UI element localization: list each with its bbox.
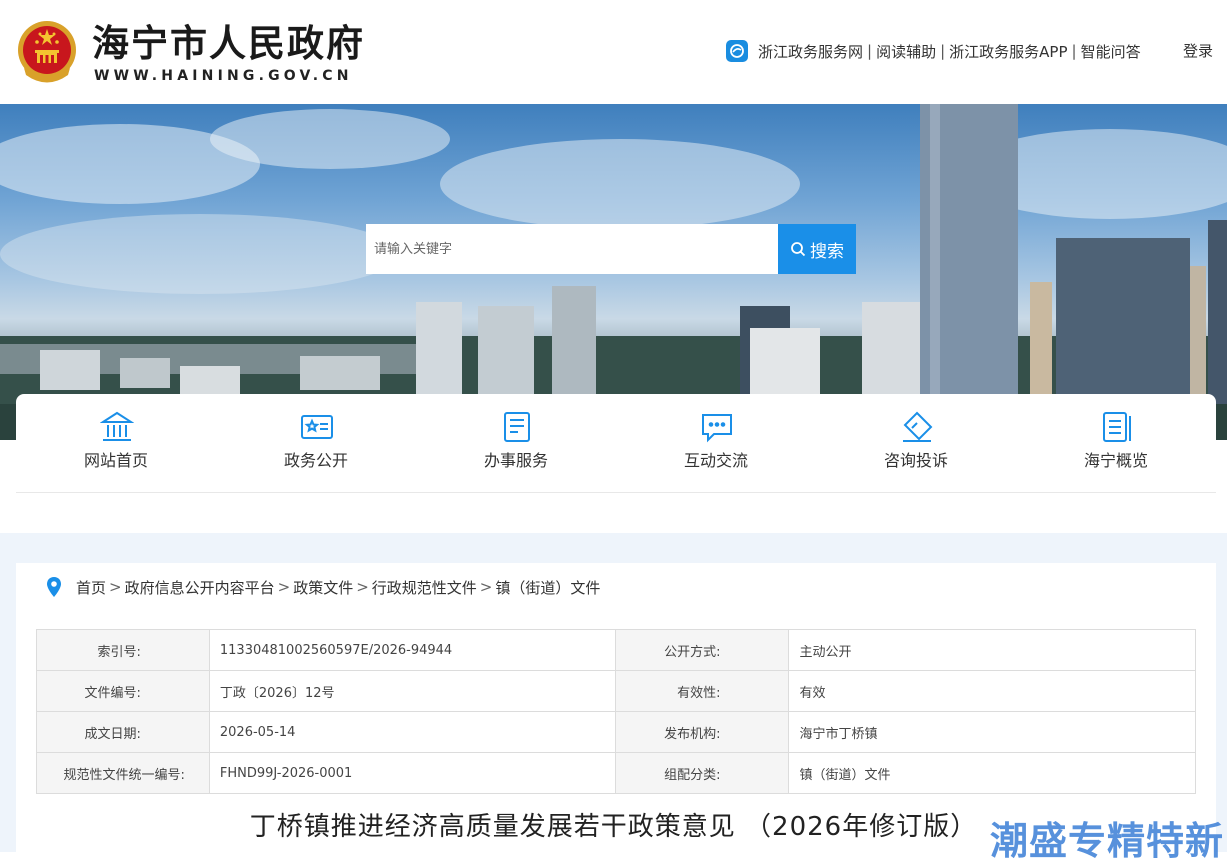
breadcrumb-separator: > (109, 578, 122, 596)
meta-value: 主动公开 (788, 629, 1196, 671)
link-zhejiang-service-app[interactable]: 浙江政务服务APP (949, 41, 1067, 62)
national-emblem-logo (18, 21, 76, 83)
meta-key: 规范性文件统一编号: (36, 752, 210, 794)
table-row: 文件编号: 丁政〔2026〕12号 有效性: 有效 (36, 670, 1196, 712)
search-button[interactable]: 搜索 (778, 224, 856, 274)
breadcrumb: 首页 > 政府信息公开内容平台 > 政策文件 > 行政规范性文件 > 镇（街道）… (46, 576, 600, 598)
meta-key: 公开方式: (614, 629, 790, 671)
meta-key: 文件编号: (36, 670, 210, 712)
top-links: 浙江政务服务网 | 阅读辅助 | 浙江政务服务APP | 智能问答 (726, 40, 1141, 62)
breadcrumb-home[interactable]: 首页 (76, 577, 106, 598)
meta-key: 成文日期: (36, 711, 210, 753)
nav-label: 海宁概览 (1083, 451, 1148, 470)
breadcrumb-policy-docs[interactable]: 政策文件 (293, 577, 353, 598)
nav-label: 互动交流 (683, 451, 748, 470)
nav-item-interaction[interactable]: 互动交流 (616, 394, 816, 492)
search-icon (791, 242, 806, 257)
nav-item-government-affairs[interactable]: 政务公开 (216, 394, 416, 492)
site-url: WWW.HAINING.GOV.CN (94, 68, 353, 84)
meta-value: 11330481002560597E/2026-94944 (208, 629, 616, 671)
site-name: 海宁市人民政府 (92, 22, 365, 65)
nav-label: 政务公开 (283, 451, 348, 470)
nav-item-haining-overview[interactable]: 海宁概览 (1016, 394, 1216, 492)
meta-key: 有效性: (614, 670, 790, 712)
table-row: 成文日期: 2026-05-14 发布机构: 海宁市丁桥镇 (36, 711, 1196, 753)
nav-label: 咨询投诉 (883, 451, 948, 470)
nav-item-home[interactable]: 网站首页 (16, 394, 216, 492)
document-icon (504, 412, 530, 442)
pen-tag-icon (903, 411, 933, 442)
document-meta-table: 索引号: 11330481002560597E/2026-94944 公开方式:… (36, 629, 1196, 794)
search-input[interactable] (366, 224, 778, 274)
login-link[interactable]: 登录 (1183, 40, 1213, 62)
link-reading-assist[interactable]: 阅读辅助 (876, 41, 936, 62)
link-smart-qa[interactable]: 智能问答 (1081, 41, 1141, 62)
breadcrumb-separator: > (356, 578, 369, 596)
breadcrumb-normative-docs[interactable]: 行政规范性文件 (372, 577, 477, 598)
bank-icon (100, 411, 134, 441)
book-icon (1103, 412, 1131, 442)
table-row: 规范性文件统一编号: FHND99J-2026-0001 组配分类: 镇（街道）… (36, 752, 1196, 794)
search-button-label: 搜索 (810, 241, 844, 262)
city-banner: 搜索 (0, 104, 1227, 440)
nav-label: 办事服务 (483, 451, 548, 470)
meta-value: 有效 (788, 670, 1196, 712)
id-card-icon (301, 415, 333, 439)
meta-value: FHND99J-2026-0001 (208, 752, 616, 794)
meta-value: 镇（街道）文件 (788, 752, 1196, 794)
table-row: 索引号: 11330481002560597E/2026-94944 公开方式:… (36, 629, 1196, 671)
location-pin-icon (47, 577, 61, 597)
site-header: 海宁市人民政府 WWW.HAINING.GOV.CN 浙江政务服务网 | 阅读辅… (0, 0, 1227, 104)
link-separator: | (940, 42, 946, 60)
nav-item-services[interactable]: 办事服务 (416, 394, 616, 492)
zhejiang-service-icon (726, 40, 748, 62)
meta-key: 组配分类: (614, 752, 790, 794)
meta-key: 索引号: (36, 629, 210, 671)
watermark-text: 潮盛专精特新 (990, 819, 1225, 863)
meta-value: 丁政〔2026〕12号 (208, 670, 616, 712)
breadcrumb-town-docs[interactable]: 镇（街道）文件 (495, 577, 600, 598)
link-zhejiang-service-web[interactable]: 浙江政务服务网 (758, 41, 863, 62)
breadcrumb-info-platform[interactable]: 政府信息公开内容平台 (125, 577, 275, 598)
meta-value: 2026-05-14 (208, 711, 616, 753)
chat-bubble-icon (702, 414, 732, 443)
meta-key: 发布机构: (614, 711, 790, 753)
link-separator: | (1071, 42, 1077, 60)
nav-label: 网站首页 (83, 451, 148, 470)
nav-item-consult-complaint[interactable]: 咨询投诉 (816, 394, 1016, 492)
breadcrumb-separator: > (479, 578, 493, 596)
breadcrumb-separator: > (277, 578, 291, 596)
meta-value: 海宁市丁桥镇 (788, 711, 1196, 753)
link-separator: | (867, 42, 873, 60)
main-nav: 网站首页 政务公开 办事服务 互动交流 咨询投诉 海宁概览 (16, 394, 1216, 493)
